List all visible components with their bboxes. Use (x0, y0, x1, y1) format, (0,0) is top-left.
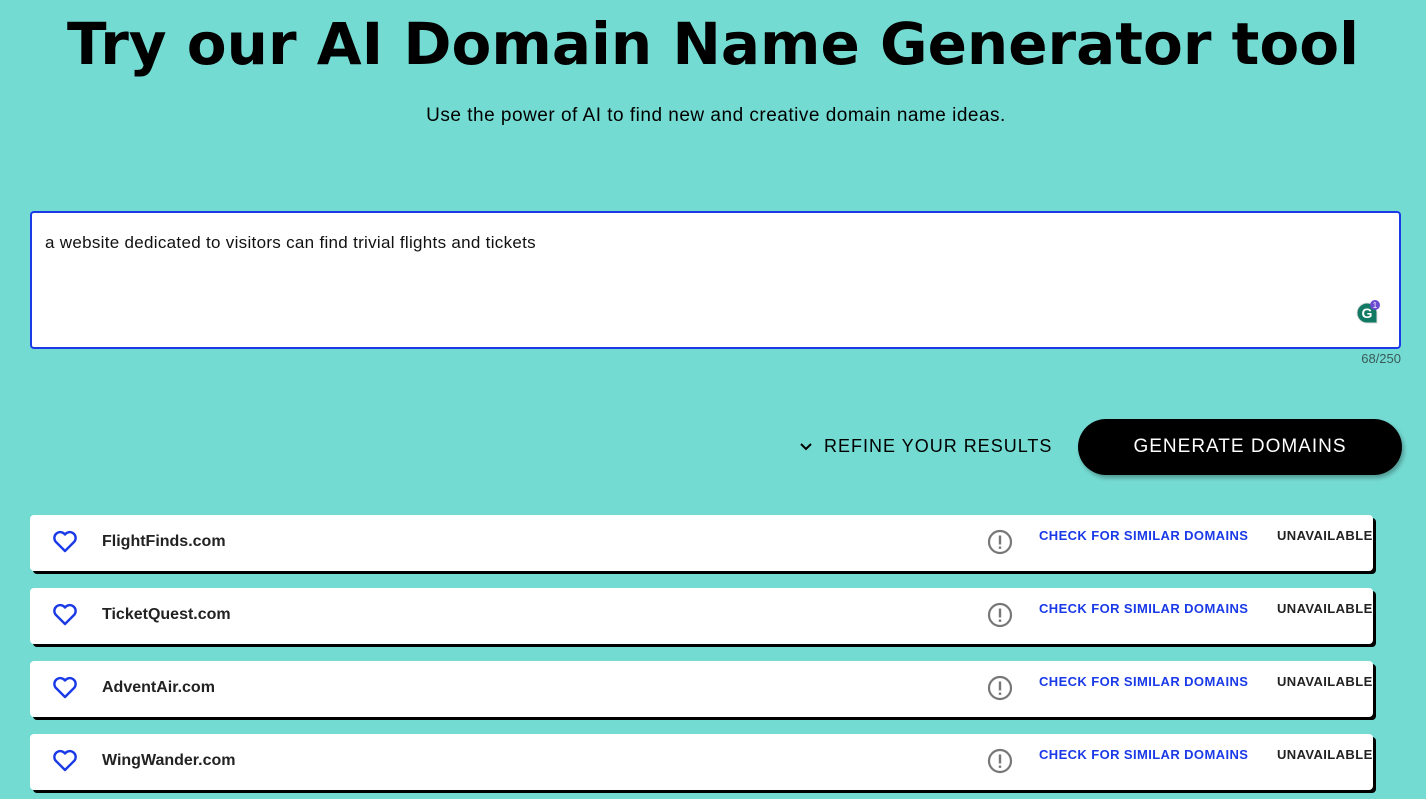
page-subtitle: Use the power of AI to find new and crea… (426, 105, 1006, 126)
domain-name: AdventAir.com (102, 679, 215, 696)
domain-result-row: FlightFinds.com CHECK FOR SIMILAR DOMAIN… (30, 515, 1373, 571)
generate-domains-button[interactable]: GENERATE DOMAINS (1078, 419, 1402, 475)
check-similar-domains-link[interactable]: CHECK FOR SIMILAR DOMAINS (1039, 674, 1248, 689)
availability-status: UNAVAILABLE (1277, 528, 1373, 543)
char-count: 68/250 (1361, 351, 1401, 366)
refine-results-toggle[interactable]: REFINE YOUR RESULTS (800, 436, 1052, 457)
availability-status: UNAVAILABLE (1277, 601, 1373, 616)
description-input[interactable]: a website dedicated to visitors can find… (30, 211, 1401, 349)
heart-icon[interactable] (52, 530, 78, 559)
domain-result-row: AdventAir.com CHECK FOR SIMILAR DOMAINS … (30, 661, 1373, 717)
check-similar-domains-link[interactable]: CHECK FOR SIMILAR DOMAINS (1039, 528, 1248, 543)
page-title: Try our AI Domain Name Generator tool (67, 10, 1359, 78)
info-icon[interactable] (987, 602, 1013, 633)
check-similar-domains-link[interactable]: CHECK FOR SIMILAR DOMAINS (1039, 747, 1248, 762)
domain-result-row: WingWander.com CHECK FOR SIMILAR DOMAINS… (30, 734, 1373, 790)
info-icon[interactable] (987, 675, 1013, 706)
heart-icon[interactable] (52, 676, 78, 705)
heart-icon[interactable] (52, 749, 78, 778)
check-similar-domains-link[interactable]: CHECK FOR SIMILAR DOMAINS (1039, 601, 1248, 616)
info-icon[interactable] (987, 748, 1013, 779)
availability-status: UNAVAILABLE (1277, 674, 1373, 689)
refine-label: REFINE YOUR RESULTS (824, 436, 1053, 456)
description-text[interactable]: a website dedicated to visitors can find… (45, 233, 536, 253)
grammarly-badge: 1 (1373, 301, 1378, 310)
domain-result-row: TicketQuest.com CHECK FOR SIMILAR DOMAIN… (30, 588, 1373, 644)
grammarly-icon[interactable]: G1 (1354, 300, 1380, 326)
heart-icon[interactable] (52, 603, 78, 632)
domain-name: FlightFinds.com (102, 533, 226, 550)
domain-name: WingWander.com (102, 752, 236, 769)
chevron-down-icon (800, 442, 812, 450)
info-icon[interactable] (987, 529, 1013, 560)
domain-name: TicketQuest.com (102, 606, 231, 623)
availability-status: UNAVAILABLE (1277, 747, 1373, 762)
